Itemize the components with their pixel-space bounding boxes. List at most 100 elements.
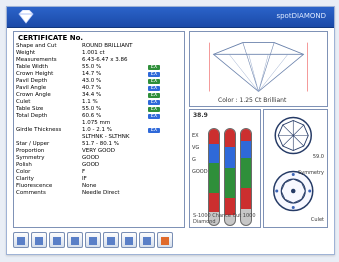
facet-top-label: 59.0 <box>312 154 324 160</box>
facet-middle-label: Symmetry <box>298 170 324 176</box>
diamond-profile-caption: Color : 1.25 Ct Brilliant <box>218 97 287 104</box>
certificate-row: Star / Upper 51.7 - 80.1 % <box>14 140 168 147</box>
main-content: CERTIFICATE No. Shape and Cut ROUND BRILL… <box>13 31 328 228</box>
certificate-row-badge-cell <box>146 56 168 63</box>
certificate-row: Crown Angle 34.4 % EX <box>14 91 168 98</box>
certificate-row-badge-cell <box>146 49 168 56</box>
certificate-table: Shape and Cut ROUND BRILLIANT Weight 1.001 … <box>14 42 168 196</box>
file-button[interactable] <box>13 232 29 248</box>
certificate-row-label: Weight <box>16 49 36 56</box>
settings-button[interactable] <box>103 232 119 248</box>
bottom-toolbar <box>13 230 328 250</box>
bars-panel-footer: S-1000 Chance Cut 1000 Diamond <box>193 213 256 225</box>
bar-segment <box>225 168 235 198</box>
certificate-row: Comments Needle Direct <box>14 189 168 196</box>
grading-bars <box>208 128 252 226</box>
certificate-row-badge-cell: EX <box>146 105 168 112</box>
bar-segment <box>225 129 235 147</box>
grade-badge: EX <box>148 99 160 105</box>
certificate-row-label: Table Width <box>16 63 48 70</box>
certificate-row-badge-cell: EX <box>146 63 168 70</box>
certificate-row: Girdle Thickness 1.0 - 2.1 % EX <box>14 126 168 133</box>
certificate-row: Total Depth 60.6 % EX <box>14 112 168 119</box>
bar-segment <box>225 146 235 169</box>
certificate-row-value: 43.0 % <box>82 77 102 84</box>
certificate-row-value: Needle Direct <box>82 189 120 196</box>
certificate-row: Pavil Depth 43.0 % EX <box>14 77 168 84</box>
certificate-row-label: Comments <box>16 189 46 196</box>
certificate-row-label: Measurements <box>16 56 57 63</box>
scale-label: G <box>192 157 196 163</box>
certificate-row: 1.075 mm <box>14 119 168 126</box>
certificate-panel: CERTIFICATE No. Shape and Cut ROUND BRILL… <box>13 31 185 228</box>
certificate-row-value: None <box>82 182 97 189</box>
certificate-row-value: 51.7 - 80.1 % <box>82 140 119 147</box>
certificate-row-value: IF <box>82 175 87 182</box>
bar-segment <box>241 158 251 188</box>
certificate-row: Symmetry GOOD <box>14 154 168 161</box>
save-icon <box>53 237 61 245</box>
certificate-row-label: Shape and Cut <box>16 42 57 49</box>
certificate-row-badge-cell <box>146 189 168 196</box>
app-window: spotDIAMOND CERTIFICATE No. Shape and Cu… <box>6 6 335 255</box>
certificate-row-badge-cell <box>146 147 168 154</box>
certificate-row: Table Size 55.0 % EX <box>14 105 168 112</box>
certificate-row-value: 55.0 % <box>82 63 102 70</box>
certificate-row: SLTHNK - SLTHNK <box>14 133 168 140</box>
image-icon <box>71 237 79 245</box>
certificate-row: Culet 1.1 % EX <box>14 98 168 105</box>
certificate-row-badge-cell: EX <box>146 112 168 119</box>
certificate-heading: CERTIFICATE No. <box>18 34 84 42</box>
certificate-row-badge-cell <box>146 168 168 175</box>
certificate-row-badge-cell <box>146 161 168 168</box>
grading-scale: EX VG G GOOD <box>192 130 208 178</box>
certificate-row-badge-cell <box>146 154 168 161</box>
grading-bar[interactable] <box>208 128 220 226</box>
bar-segment <box>209 192 219 213</box>
save-button[interactable] <box>49 232 65 248</box>
grade-badge: EX <box>148 71 160 77</box>
certificate-row-value: GOOD <box>82 161 100 168</box>
certificate-row-value: 55.0 % <box>82 105 102 112</box>
certificate-row-value: 60.6 % <box>82 112 102 119</box>
lower-panels: 38.9 EX VG G GOOD S-1000 Chance Cut 1000… <box>189 109 328 228</box>
grade-badge: EX <box>148 78 160 84</box>
grade-badge: EX <box>148 92 160 98</box>
exit-button[interactable] <box>157 232 173 248</box>
certificate-row-badge-cell: EX <box>146 77 168 84</box>
help-icon <box>125 237 133 245</box>
chart-icon <box>89 237 97 245</box>
grading-bar[interactable] <box>224 128 236 226</box>
certificate-row-label: Table Size <box>16 105 44 112</box>
certificate-row-badge-cell: EX <box>146 91 168 98</box>
chart-button[interactable] <box>85 232 101 248</box>
certificate-row-label <box>14 119 80 126</box>
certificate-row-value: 14.7 % <box>82 70 102 77</box>
certificate-row-value: 6.43-6.47 x 3.86 <box>82 56 128 63</box>
file-icon <box>17 237 25 245</box>
certificate-row-badge-cell: EX <box>146 98 168 105</box>
print-button[interactable] <box>31 232 47 248</box>
certificate-row-value: GOOD <box>82 154 100 161</box>
certificate-row-label: Color <box>16 168 31 175</box>
help-button[interactable] <box>121 232 137 248</box>
star-icon <box>143 237 151 245</box>
certificate-row-label: Crown Angle <box>16 91 51 98</box>
grading-bar[interactable] <box>240 128 252 226</box>
image-button[interactable] <box>67 232 83 248</box>
grade-badge: EX <box>148 113 160 119</box>
certificate-row-value: 1.1 % <box>82 98 98 105</box>
scale-label: EX <box>192 133 199 139</box>
print-icon <box>35 237 43 245</box>
grade-badge: EX <box>148 106 160 112</box>
exit-icon <box>161 237 169 245</box>
facet-bottom-label: Culet <box>310 217 324 223</box>
certificate-row-badge-cell <box>146 182 168 189</box>
star-button[interactable] <box>139 232 155 248</box>
certificate-row-label: Polish <box>16 161 32 168</box>
certificate-row-label: Crown Height <box>16 70 54 77</box>
certificate-row-label: Fluorescence <box>16 182 53 189</box>
certificate-row-label: Total Depth <box>16 112 48 119</box>
diamond-profile-view[interactable]: Color : 1.25 Ct Brilliant <box>189 31 328 107</box>
bar-segment <box>209 163 219 193</box>
